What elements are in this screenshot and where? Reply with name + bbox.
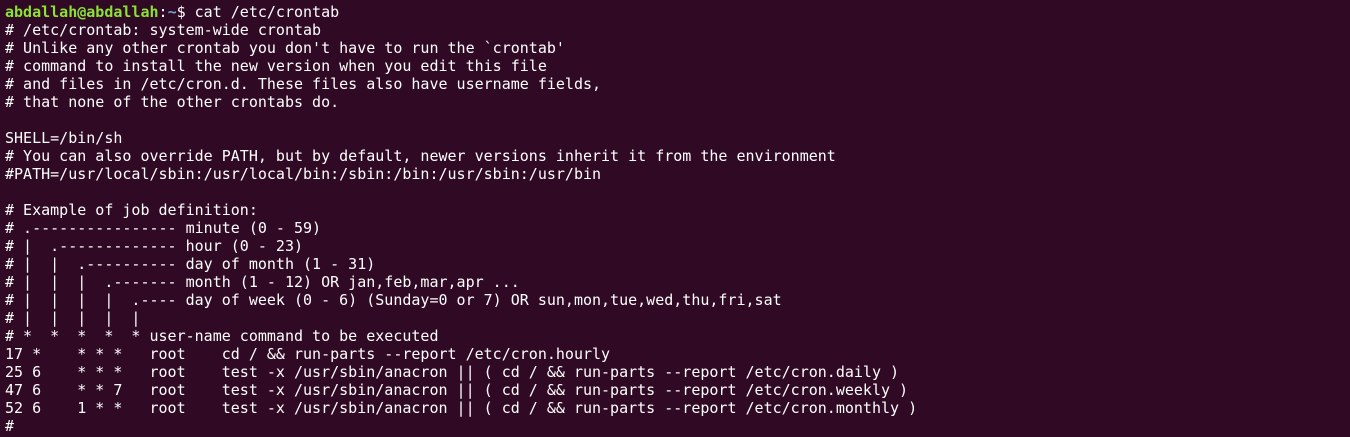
output-line: # Example of job definition: (5, 201, 258, 219)
output-line: # * * * * * user-name command to be exec… (5, 327, 439, 345)
output-line: #PATH=/usr/local/sbin:/usr/local/bin:/sb… (5, 165, 602, 183)
prompt-symbol: $ (176, 3, 195, 21)
prompt-command: cat /etc/crontab (194, 3, 340, 21)
output-line: 47 6 * * 7 root test -x /usr/sbin/anacro… (5, 381, 909, 399)
output-line: # .---------------- minute (0 - 59) (5, 219, 322, 237)
output-line: # command to install the new version whe… (5, 57, 547, 75)
output-line: 52 6 1 * * root test -x /usr/sbin/anacro… (5, 399, 918, 417)
output-line: # that none of the other crontabs do. (5, 93, 340, 111)
output-line: # | .------------- hour (0 - 23) (5, 237, 304, 255)
output-line: # and files in /etc/cron.d. These files … (5, 75, 602, 93)
output-line: # | | | .------- month (1 - 12) OR jan,f… (5, 273, 520, 291)
prompt-line: abdallah@abdallah:~$ cat /etc/crontab (5, 3, 1350, 21)
terminal-window[interactable]: abdallah@abdallah:~$ cat /etc/crontab # … (0, 0, 1350, 437)
output-line: # | | | | .---- day of week (0 - 6) (Sun… (5, 291, 782, 309)
output-line: # | | | | | (5, 309, 141, 327)
prompt-user-host: abdallah@abdallah (5, 3, 159, 21)
output-line: SHELL=/bin/sh (5, 129, 123, 147)
output-line: # | | .---------- day of month (1 - 31) (5, 255, 376, 273)
output-line: # You can also override PATH, but by def… (5, 147, 836, 165)
output-line: 17 * * * * root cd / && run-parts --repo… (5, 345, 611, 363)
output-line: # /etc/crontab: system-wide crontab (5, 21, 322, 39)
output-line: # Unlike any other crontab you don't hav… (5, 39, 565, 57)
prompt-cwd: ~ (167, 3, 177, 21)
output-line: 25 6 * * * root test -x /usr/sbin/anacro… (5, 363, 900, 381)
output-line: # (5, 417, 15, 435)
prompt-separator: : (158, 3, 168, 21)
